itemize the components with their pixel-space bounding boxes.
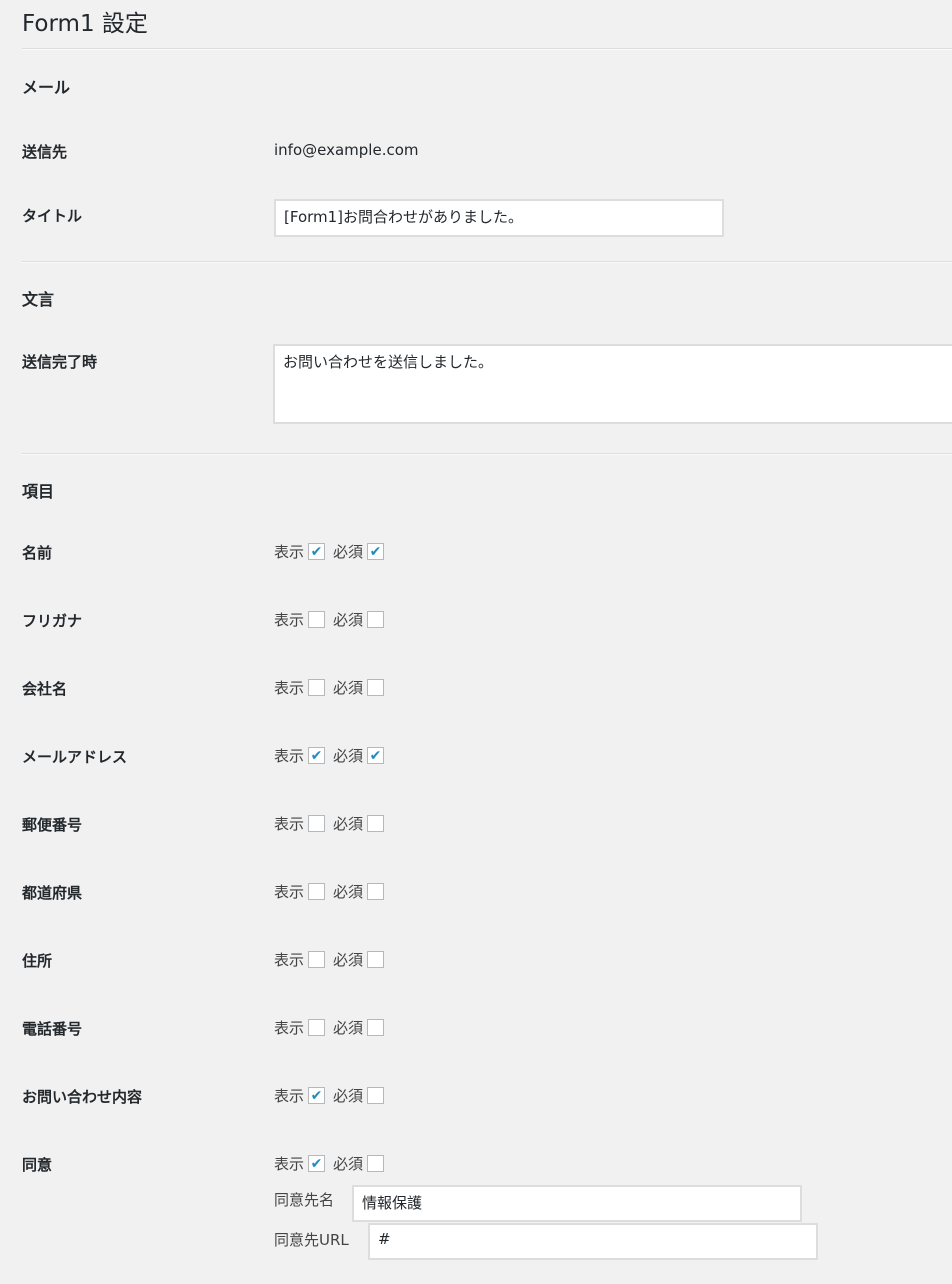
divider	[22, 261, 952, 263]
field-label: フリガナ	[22, 612, 83, 630]
check-icon: ✔	[369, 543, 382, 560]
show-label: 表示	[274, 1155, 305, 1173]
required-label: 必須	[333, 951, 364, 969]
required-checkbox[interactable]	[367, 1155, 385, 1172]
field-row-controls: 表示 ✔ 必須	[274, 1153, 392, 1174]
field-label: 同意	[22, 1156, 53, 1174]
field-row-controls: 表示 必須	[274, 609, 392, 630]
show-checkbox[interactable]	[308, 883, 326, 900]
field-label: 郵便番号	[22, 816, 83, 834]
show-label: 表示	[274, 1087, 305, 1105]
field-label: 電話番号	[22, 1020, 83, 1038]
show-checkbox[interactable]	[308, 679, 326, 696]
consent-url-input[interactable]: #	[368, 1223, 818, 1260]
show-label: 表示	[274, 1019, 305, 1037]
field-label: 住所	[22, 952, 53, 970]
show-checkbox[interactable]: ✔	[308, 747, 326, 764]
show-label: 表示	[274, 883, 305, 901]
check-icon: ✔	[310, 1087, 323, 1104]
check-icon: ✔	[310, 1155, 323, 1172]
show-label: 表示	[274, 611, 305, 629]
required-label: 必須	[333, 1019, 364, 1037]
required-checkbox[interactable]	[367, 1019, 385, 1036]
show-checkbox[interactable]: ✔	[308, 543, 326, 560]
required-label: 必須	[333, 679, 364, 697]
field-row-controls: 表示 ✔ 必須	[274, 1085, 392, 1106]
complete-message-label: 送信完了時	[22, 353, 98, 371]
required-checkbox[interactable]	[367, 951, 385, 968]
required-label: 必須	[333, 747, 364, 765]
required-label: 必須	[333, 1087, 364, 1105]
complete-message-textarea[interactable]: お問い合わせを送信しました。	[273, 344, 952, 424]
field-row-controls: 表示 必須	[274, 949, 392, 970]
show-checkbox[interactable]	[308, 951, 326, 968]
required-checkbox[interactable]	[367, 1087, 385, 1104]
show-label: 表示	[274, 815, 305, 833]
field-row-controls: 表示 ✔ 必須 ✔	[274, 745, 392, 766]
field-row-controls: 表示 必須	[274, 813, 392, 834]
field-row-controls: 表示 ✔ 必須 ✔	[274, 541, 392, 562]
show-label: 表示	[274, 679, 305, 697]
show-checkbox[interactable]	[308, 611, 326, 628]
section-fields-heading: 項目	[22, 482, 55, 501]
required-checkbox[interactable]	[367, 679, 385, 696]
to-value: info@example.com	[274, 141, 419, 159]
divider	[22, 48, 952, 50]
field-label: お問い合わせ内容	[22, 1088, 143, 1106]
show-label: 表示	[274, 951, 305, 969]
field-label: 都道府県	[22, 884, 83, 902]
required-label: 必須	[333, 611, 364, 629]
show-checkbox[interactable]: ✔	[308, 1087, 326, 1104]
required-label: 必須	[333, 543, 364, 561]
section-mail-heading: メール	[22, 78, 71, 97]
field-label: 会社名	[22, 680, 68, 698]
subject-input[interactable]: [Form1]お問合わせがありました。	[274, 199, 724, 237]
subject-label: タイトル	[22, 207, 83, 225]
field-row-controls: 表示 必須	[274, 881, 392, 902]
required-label: 必須	[333, 815, 364, 833]
required-checkbox[interactable]	[367, 611, 385, 628]
show-checkbox[interactable]: ✔	[308, 1155, 326, 1172]
required-checkbox[interactable]: ✔	[367, 747, 385, 764]
consent-name-input[interactable]: 情報保護	[352, 1185, 802, 1222]
field-row-controls: 表示 必須	[274, 1017, 392, 1038]
required-checkbox[interactable]	[367, 883, 385, 900]
field-label: 名前	[22, 544, 53, 562]
show-label: 表示	[274, 543, 305, 561]
divider	[22, 453, 952, 455]
to-label: 送信先	[22, 143, 68, 161]
check-icon: ✔	[310, 543, 323, 560]
required-checkbox[interactable]	[367, 815, 385, 832]
field-row-controls: 表示 必須	[274, 677, 392, 698]
consent-name-label: 同意先名	[274, 1191, 335, 1209]
check-icon: ✔	[310, 747, 323, 764]
required-label: 必須	[333, 883, 364, 901]
required-label: 必須	[333, 1155, 364, 1173]
page-title: Form1 設定	[22, 11, 148, 37]
show-checkbox[interactable]	[308, 815, 326, 832]
consent-url-label: 同意先URL	[274, 1231, 349, 1249]
section-text-heading: 文言	[22, 290, 55, 309]
show-label: 表示	[274, 747, 305, 765]
check-icon: ✔	[369, 747, 382, 764]
field-label: メールアドレス	[22, 748, 128, 766]
required-checkbox[interactable]: ✔	[367, 543, 385, 560]
show-checkbox[interactable]	[308, 1019, 326, 1036]
